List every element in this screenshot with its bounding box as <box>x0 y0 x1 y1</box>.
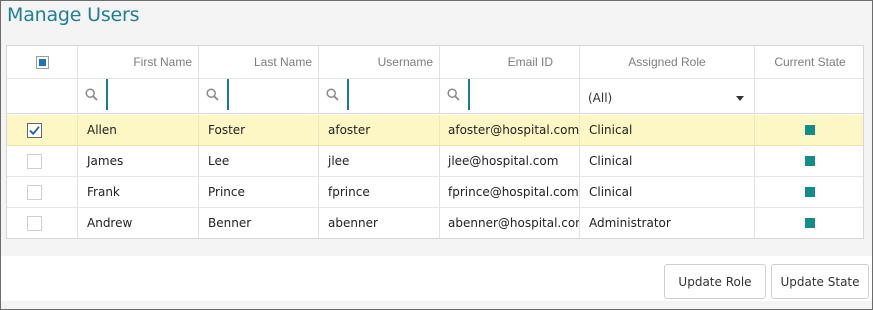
first-name-cell: Andrew <box>78 208 199 238</box>
first-name-filter-input[interactable] <box>106 79 192 110</box>
search-icon <box>326 88 339 101</box>
row-checkbox[interactable] <box>27 184 42 200</box>
select-all-checkbox[interactable] <box>35 55 49 69</box>
username-filter-input[interactable] <box>347 79 433 110</box>
role-cell: Clinical <box>580 115 755 145</box>
column-header-assigned-role[interactable]: Assigned Role <box>580 46 755 78</box>
last-name-filter-input[interactable] <box>227 79 312 110</box>
search-icon <box>206 88 219 101</box>
username-cell: jlee <box>319 146 440 176</box>
table-row[interactable]: Allen Foster afoster afoster@hospital.co… <box>7 115 863 146</box>
table-row[interactable]: Andrew Benner abenner abenner@hospital.c… <box>7 208 863 238</box>
first-name-cell: James <box>78 146 199 176</box>
column-header-first-name[interactable]: First Name <box>78 46 199 78</box>
header-select-all-cell <box>7 46 78 78</box>
status-square-icon <box>805 218 815 228</box>
update-state-button[interactable]: Update State <box>771 264 869 299</box>
checkmark-icon <box>29 125 40 135</box>
username-filter <box>319 79 440 113</box>
email-filter <box>440 79 580 113</box>
column-header-email[interactable]: Email ID <box>440 46 580 78</box>
page-title: Manage Users <box>7 4 140 26</box>
first-name-cell: Frank <box>78 177 199 207</box>
role-cell: Administrator <box>580 208 755 238</box>
table-row[interactable]: Frank Prince fprince fprince@hospital.co… <box>7 177 863 208</box>
username-cell: fprince <box>319 177 440 207</box>
last-name-filter <box>199 79 319 113</box>
search-icon <box>447 88 460 101</box>
status-square-icon <box>805 125 815 135</box>
row-checkbox[interactable] <box>27 122 42 138</box>
status-square-icon <box>805 187 815 197</box>
username-cell: afoster <box>319 115 440 145</box>
last-name-cell: Foster <box>199 115 319 145</box>
email-cell: fprince@hospital.com <box>440 177 580 207</box>
row-checkbox[interactable] <box>27 215 42 231</box>
row-checkbox[interactable] <box>27 153 42 169</box>
email-filter-input[interactable] <box>468 79 573 110</box>
users-grid: First Name Last Name Username Email ID A… <box>6 45 864 239</box>
first-name-filter <box>78 79 199 113</box>
role-cell: Clinical <box>580 177 755 207</box>
column-header-username[interactable]: Username <box>319 46 440 78</box>
username-cell: abenner <box>319 208 440 238</box>
grid-header: First Name Last Name Username Email ID A… <box>7 46 863 79</box>
email-cell: afoster@hospital.com <box>440 115 580 145</box>
column-header-current-state[interactable]: Current State <box>755 46 863 78</box>
update-role-button[interactable]: Update Role <box>664 264 766 299</box>
role-cell: Clinical <box>580 146 755 176</box>
search-icon <box>85 88 98 101</box>
table-row[interactable]: James Lee jlee jlee@hospital.com Clinica… <box>7 146 863 177</box>
role-filter-value: (All) <box>588 91 613 105</box>
first-name-cell: Allen <box>78 115 199 145</box>
last-name-cell: Benner <box>199 208 319 238</box>
role-filter-select[interactable]: (All) <box>588 87 744 109</box>
grid-filter-row: (All) <box>7 79 863 114</box>
status-square-icon <box>805 156 815 166</box>
last-name-cell: Prince <box>199 177 319 207</box>
last-name-cell: Lee <box>199 146 319 176</box>
chevron-down-icon <box>736 95 744 101</box>
email-cell: jlee@hospital.com <box>440 146 580 176</box>
email-cell: abenner@hospital.com <box>440 208 580 238</box>
role-filter: (All) <box>580 79 755 113</box>
column-header-last-name[interactable]: Last Name <box>199 46 319 78</box>
